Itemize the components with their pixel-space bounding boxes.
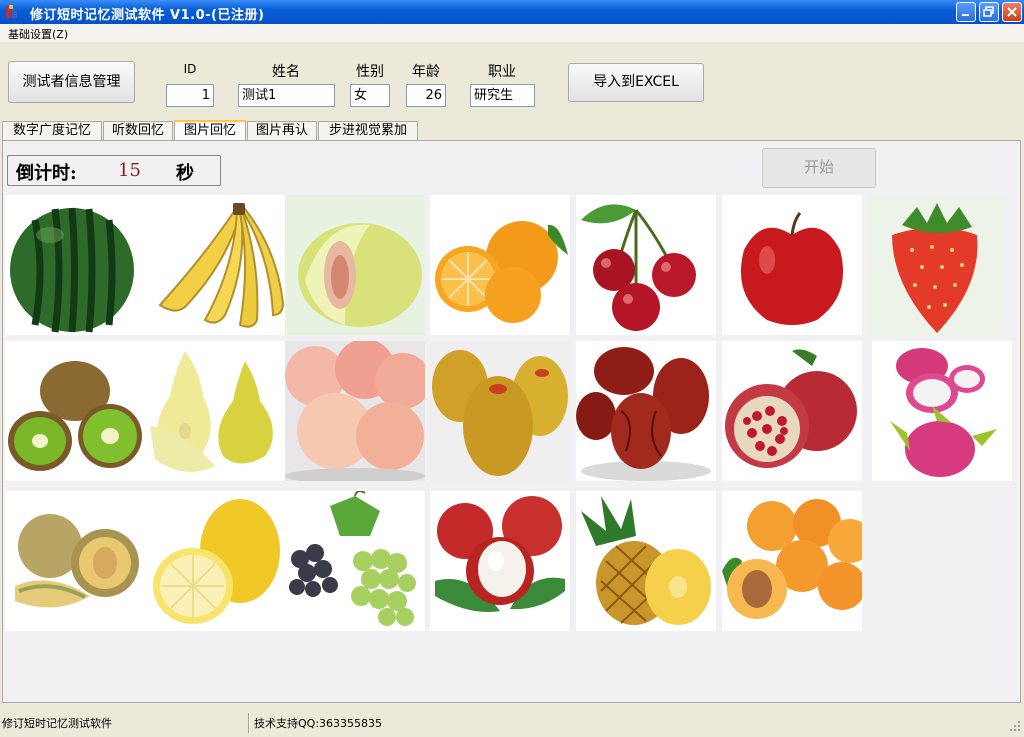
countdown-value: 15 xyxy=(118,160,141,181)
cherry-icon xyxy=(581,204,696,331)
window-title: 修订短时记忆测试软件 V1.0-(已注册) xyxy=(30,8,265,23)
name-field[interactable]: 测试1 xyxy=(238,84,335,107)
fruit-orange xyxy=(430,195,570,335)
fruit-apple xyxy=(722,195,862,335)
minimize-icon xyxy=(962,14,969,16)
grapes-icon xyxy=(289,491,416,626)
gender-label: 性别 xyxy=(356,64,384,80)
dragonfruit-icon xyxy=(890,348,997,477)
minimize-button[interactable] xyxy=(956,2,976,22)
fruit-grapes xyxy=(285,491,425,631)
fruit-jujube xyxy=(576,341,716,481)
apricot-icon xyxy=(722,499,862,619)
cantaloupe-icon xyxy=(15,514,139,608)
fruit-watermelon xyxy=(5,195,145,335)
banana-icon xyxy=(158,203,285,328)
close-icon xyxy=(1007,7,1017,17)
tab-stepwise-visual[interactable]: 步进视觉累加 xyxy=(318,121,418,140)
job-label: 职业 xyxy=(488,64,516,80)
fruit-peach xyxy=(285,341,425,481)
countdown-box: 倒计时: 15 秒 xyxy=(7,155,221,186)
pear-icon xyxy=(150,351,273,473)
status-support: 技术支持QQ:363355835 xyxy=(254,717,383,730)
menu-bar: 基础设置(Z) xyxy=(0,24,1024,42)
id-label: ID xyxy=(183,62,197,76)
tab-digit-span[interactable]: 数字广度记忆 xyxy=(2,121,102,140)
countdown-unit: 秒 xyxy=(176,163,194,184)
jujube-icon xyxy=(576,347,711,481)
age-label: 年龄 xyxy=(412,64,440,80)
apple-icon xyxy=(740,212,844,325)
tab-listen-recall[interactable]: 听数回忆 xyxy=(103,121,173,140)
fruit-pomegranate xyxy=(722,341,862,481)
resize-grip-icon[interactable] xyxy=(1008,719,1022,733)
fruit-apricot xyxy=(722,491,862,631)
fruit-grapefruit xyxy=(145,491,285,631)
title-bar: 修订短时记忆测试软件 V1.0-(已注册) xyxy=(0,0,1024,24)
fruit-pear xyxy=(145,341,285,481)
kiwi-icon xyxy=(8,361,142,471)
fruit-kiwi xyxy=(5,341,145,481)
gender-field[interactable]: 女 xyxy=(350,84,390,107)
id-field[interactable]: 1 xyxy=(166,84,214,107)
restore-button[interactable] xyxy=(979,2,999,22)
fruit-cherry xyxy=(576,195,716,335)
pomelo-icon xyxy=(298,223,422,327)
fruit-pineapple xyxy=(576,491,716,631)
strawberry-icon xyxy=(892,203,978,333)
restore-icon xyxy=(983,6,994,17)
tab-picture-recall[interactable]: 图片回忆 xyxy=(174,120,246,141)
orange-icon xyxy=(435,221,568,323)
pomegranate-icon xyxy=(725,349,857,468)
watermelon-icon xyxy=(10,207,134,333)
fruit-strawberry xyxy=(867,195,1007,335)
status-app-name: 修订短时记忆测试软件 xyxy=(2,717,112,730)
pineapple-icon xyxy=(581,496,711,625)
name-label: 姓名 xyxy=(272,64,300,80)
status-separator xyxy=(248,713,250,733)
manage-testers-button[interactable]: 测试者信息管理 xyxy=(8,61,135,103)
fruit-banana xyxy=(145,195,285,335)
grapefruit-icon xyxy=(153,499,280,624)
job-field[interactable]: 研究生 xyxy=(470,84,535,107)
lychee-icon xyxy=(435,496,565,612)
fruit-mango xyxy=(430,341,570,481)
close-button[interactable] xyxy=(1002,2,1022,22)
export-excel-button[interactable]: 导入到EXCEL xyxy=(568,63,704,102)
fruit-cantaloupe xyxy=(5,491,145,631)
status-bar: 修订短时记忆测试软件 技术支持QQ:363355835 xyxy=(0,711,1024,737)
test-tabs: 数字广度记忆 听数回忆 图片回忆 图片再认 步进视觉累加 xyxy=(0,120,1024,141)
age-field[interactable]: 26 xyxy=(406,84,446,107)
fruit-dragonfruit xyxy=(872,341,1012,481)
fruit-pomelo xyxy=(285,195,425,335)
start-button[interactable]: 开始 xyxy=(762,148,876,188)
peach-icon xyxy=(285,341,425,481)
countdown-label: 倒计时: xyxy=(16,163,77,184)
tab-picture-recognition[interactable]: 图片再认 xyxy=(247,121,317,140)
app-icon xyxy=(6,5,17,18)
fruit-lychee xyxy=(430,491,570,631)
mango-icon xyxy=(432,350,568,476)
menu-settings[interactable]: 基础设置(Z) xyxy=(8,26,68,42)
